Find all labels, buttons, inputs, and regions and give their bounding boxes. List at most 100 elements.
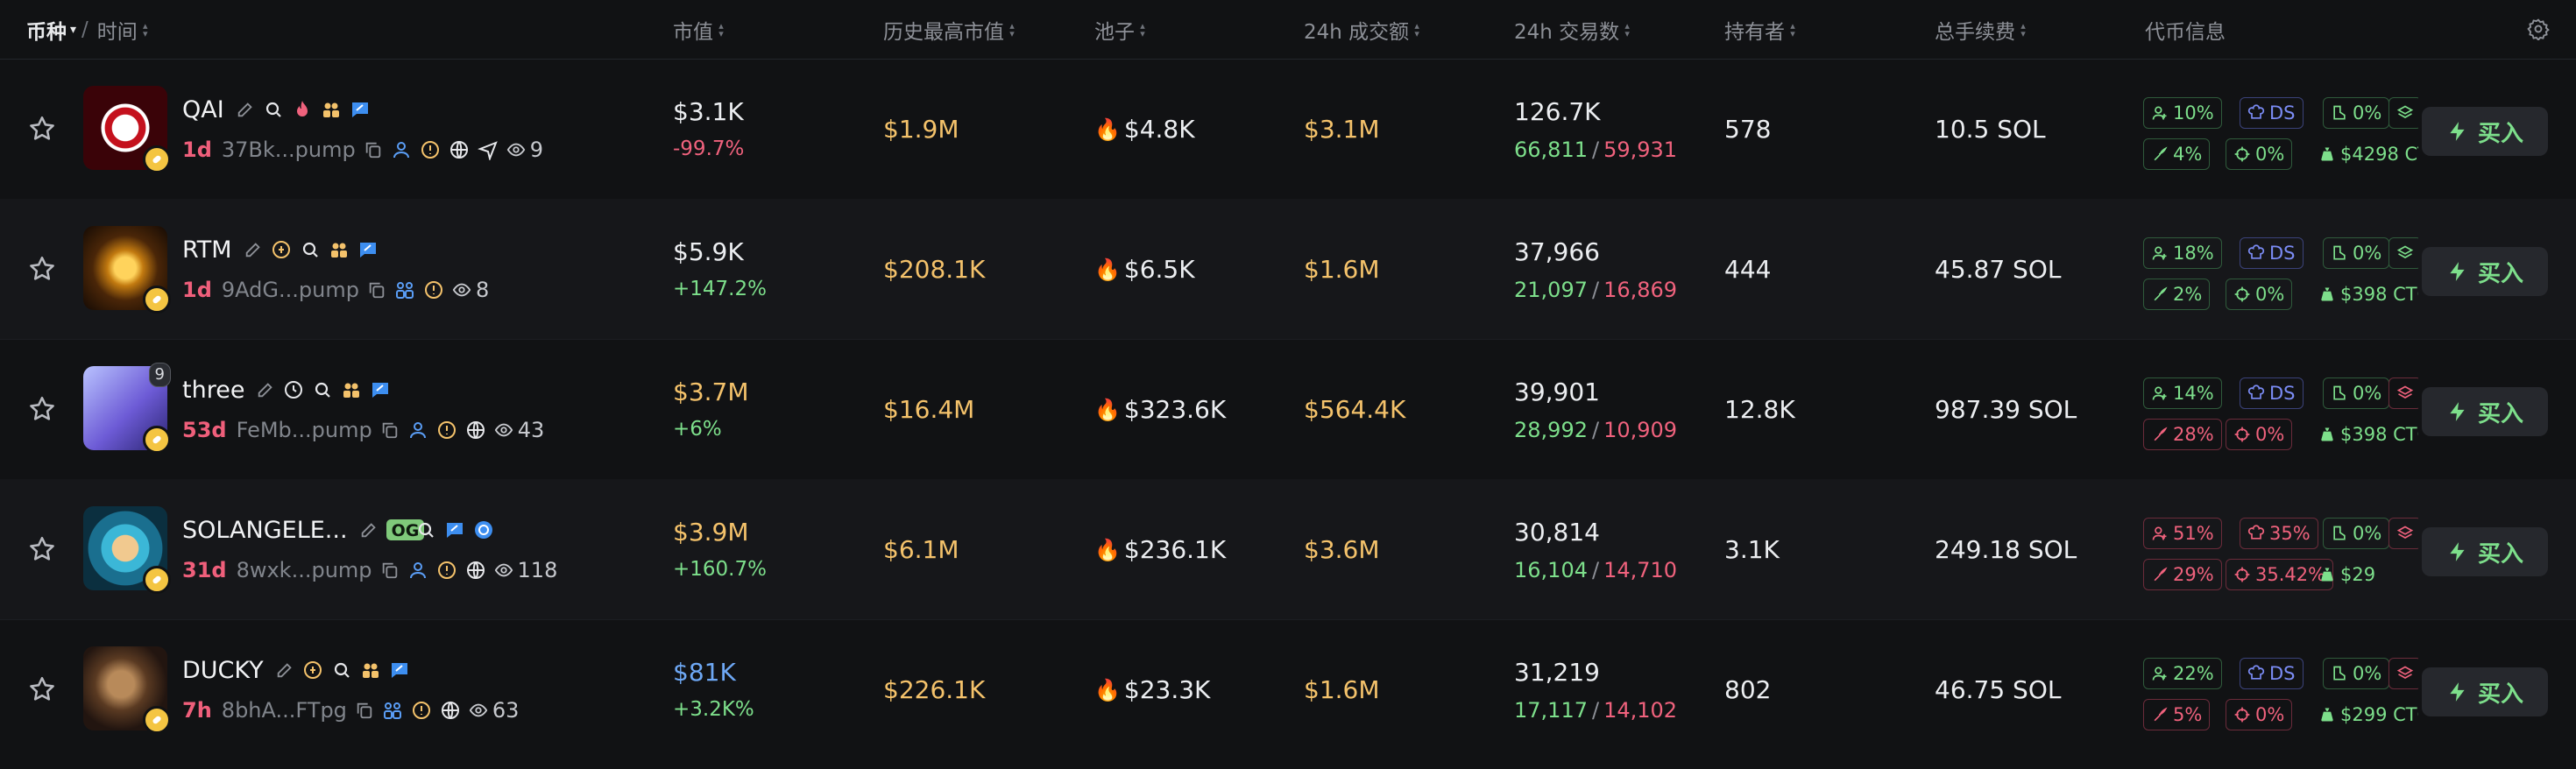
token-name[interactable]: three <box>182 377 244 404</box>
layers-chip[interactable] <box>2388 658 2418 689</box>
token-name[interactable]: SOLANGELE... <box>182 517 348 544</box>
warning-icon[interactable] <box>420 139 441 160</box>
table-row[interactable]: 9 three 53d FeMb...pump 43 $3.7M +6% $16… <box>0 339 2576 480</box>
twitter-icon[interactable] <box>444 519 465 540</box>
cto-chip[interactable]: $398 CTO <box>2311 279 2418 310</box>
dev-sell-chip[interactable]: DS <box>2240 658 2304 689</box>
token-avatar[interactable] <box>83 86 171 173</box>
edit-icon[interactable] <box>359 520 379 540</box>
gear-icon[interactable] <box>2527 18 2550 40</box>
edit-icon[interactable] <box>256 380 275 399</box>
twitter-icon[interactable] <box>350 99 371 120</box>
group-icon[interactable] <box>394 279 415 300</box>
star-icon[interactable] <box>26 394 58 424</box>
dev-icon[interactable] <box>407 560 428 581</box>
sort-icon[interactable]: ▴ ▾ <box>141 21 150 39</box>
snipers-chip[interactable]: 4% <box>2143 138 2211 170</box>
layers-chip[interactable] <box>2388 377 2418 409</box>
token-name[interactable]: QAI <box>182 96 224 123</box>
table-row[interactable]: QAI 1d 37Bk...pump 9 $3.1K -99.7% $1.9M … <box>0 59 2576 200</box>
star-icon[interactable] <box>26 254 58 284</box>
top-holders-chip[interactable]: 14% <box>2143 377 2222 409</box>
token-address[interactable]: 8wxk...pump <box>237 558 372 582</box>
insiders-chip[interactable]: 0% <box>2226 699 2293 730</box>
table-row[interactable]: RTM 1d 9AdG...pump 8 $5.9K +147.2% $208.… <box>0 199 2576 340</box>
star-icon[interactable] <box>26 534 58 564</box>
buy-button[interactable]: 买入 <box>2422 387 2548 436</box>
dev-icon[interactable] <box>391 139 412 160</box>
buy-button[interactable]: 买入 <box>2422 247 2548 296</box>
sort-icon[interactable]: ▴ ▾ <box>1788 21 1797 39</box>
coin-icon[interactable] <box>302 660 323 681</box>
header-volume[interactable]: 24h 成交额 ▴ ▾ <box>1304 0 1421 59</box>
copy-icon[interactable] <box>364 140 383 159</box>
top-holders-chip[interactable]: 22% <box>2143 658 2222 689</box>
telegram-icon[interactable] <box>477 139 499 160</box>
edit-icon[interactable] <box>244 240 263 259</box>
header-coin[interactable]: 币种 <box>26 15 67 45</box>
snipers-chip[interactable]: 29% <box>2143 559 2222 590</box>
buy-button[interactable]: 买入 <box>2422 667 2548 716</box>
warning-icon[interactable] <box>436 560 457 581</box>
globe-icon[interactable] <box>449 139 470 160</box>
sort-icon[interactable]: ▴ ▾ <box>1008 21 1016 39</box>
token-address[interactable]: FeMb...pump <box>237 418 372 442</box>
fire-icon[interactable] <box>292 99 313 120</box>
edit-icon[interactable] <box>275 660 294 680</box>
header-ath-market-cap[interactable]: 历史最高市值 ▴ ▾ <box>883 0 1016 59</box>
search-icon[interactable] <box>415 519 436 540</box>
dev-hold-chip[interactable]: 0% <box>2323 518 2390 549</box>
snipers-chip[interactable]: 28% <box>2143 419 2222 450</box>
header-time[interactable]: 时间 <box>97 15 138 45</box>
token-avatar[interactable] <box>83 646 171 734</box>
layers-chip[interactable] <box>2388 237 2418 269</box>
copy-icon[interactable] <box>380 420 400 440</box>
globe-icon[interactable] <box>465 420 486 441</box>
snipers-chip[interactable]: 2% <box>2143 279 2211 310</box>
community-icon[interactable] <box>341 379 362 400</box>
token-address[interactable]: 37Bk...pump <box>222 138 356 162</box>
top-holders-chip[interactable]: 10% <box>2143 97 2222 129</box>
table-row[interactable]: DUCKY 7h 8bhA...FTpg 63 $81K +3.2K% $226… <box>0 619 2576 769</box>
header-total-fees[interactable]: 总手续费 ▴ ▾ <box>1935 0 2028 59</box>
twitter-icon[interactable] <box>357 239 379 260</box>
token-name[interactable]: DUCKY <box>182 657 264 684</box>
copy-icon[interactable] <box>380 561 400 580</box>
community-icon[interactable] <box>321 99 342 120</box>
token-avatar[interactable] <box>83 226 171 314</box>
dev-sell-chip[interactable]: 35% <box>2240 518 2318 549</box>
globe-icon[interactable] <box>440 700 461 721</box>
search-icon[interactable] <box>331 660 352 681</box>
sort-icon[interactable]: ▴ ▾ <box>1138 21 1147 39</box>
dev-icon[interactable] <box>407 420 428 441</box>
sort-icon[interactable]: ▴ ▾ <box>2019 21 2028 39</box>
token-name[interactable]: RTM <box>182 236 232 264</box>
edit-icon[interactable] <box>236 100 255 119</box>
group-icon[interactable] <box>382 700 403 721</box>
buy-button[interactable]: 买入 <box>2422 107 2548 156</box>
caret-down-icon[interactable]: ▾ <box>70 23 76 37</box>
cto-chip[interactable]: $29 <box>2311 559 2382 590</box>
top-holders-chip[interactable]: 18% <box>2143 237 2222 269</box>
dev-sell-chip[interactable]: DS <box>2240 97 2304 129</box>
copy-icon[interactable] <box>355 701 374 720</box>
header-holders[interactable]: 持有者 ▴ ▾ <box>1724 0 1797 59</box>
token-address[interactable]: 8bhA...FTpg <box>222 698 347 723</box>
cto-chip[interactable]: $4298 CTO <box>2311 138 2418 170</box>
header-pool[interactable]: 池子 ▴ ▾ <box>1094 0 1147 59</box>
warning-icon[interactable] <box>436 420 457 441</box>
search-icon[interactable] <box>263 99 284 120</box>
table-row[interactable]: SOLANGELE... OG 31d 8wxk...pump 118 $3.9… <box>0 479 2576 620</box>
star-icon[interactable] <box>26 674 58 704</box>
warning-icon[interactable] <box>423 279 444 300</box>
sort-icon[interactable]: ▴ ▾ <box>1412 21 1421 39</box>
insiders-chip[interactable]: 0% <box>2226 138 2293 170</box>
token-avatar[interactable] <box>83 506 171 594</box>
search-icon[interactable] <box>312 379 333 400</box>
dev-sell-chip[interactable]: DS <box>2240 377 2304 409</box>
token-address[interactable]: 9AdG...pump <box>222 278 359 302</box>
snipers-chip[interactable]: 5% <box>2143 699 2211 730</box>
twitter-icon[interactable] <box>370 379 391 400</box>
copy-icon[interactable] <box>367 280 386 300</box>
cto-chip[interactable]: $398 CTO <box>2311 419 2418 450</box>
